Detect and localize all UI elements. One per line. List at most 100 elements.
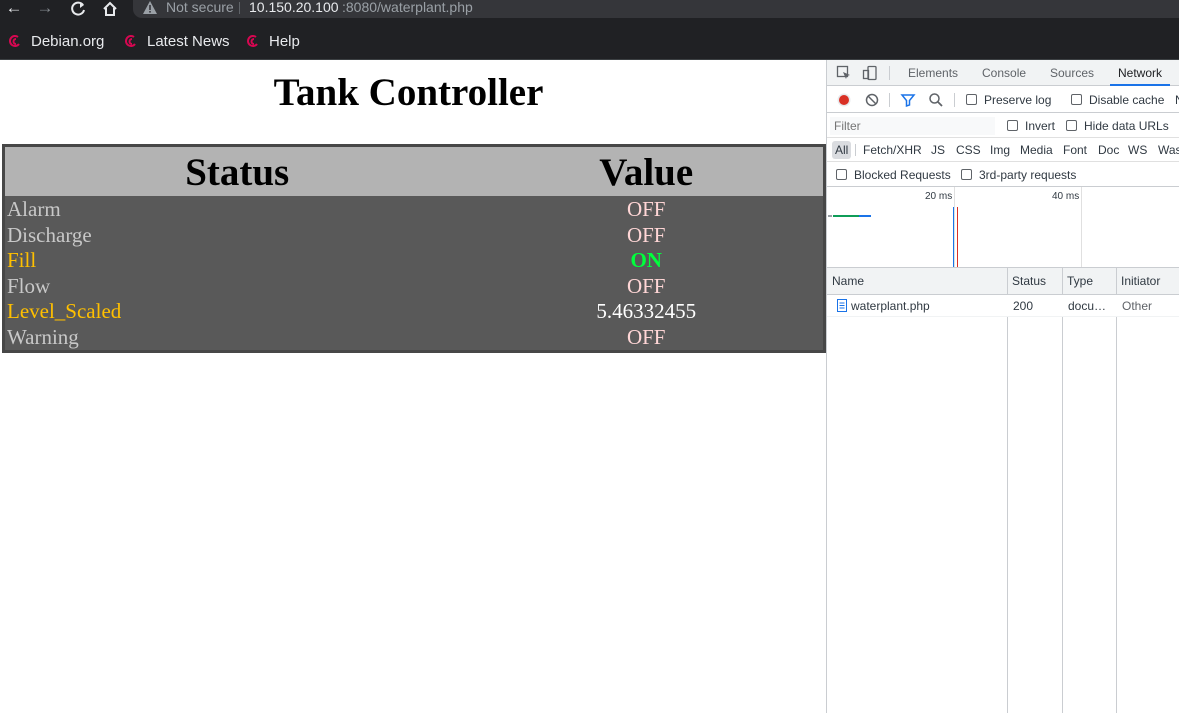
column-header-status[interactable]: Status bbox=[1007, 268, 1046, 295]
browser-toolbar: ← → Not secure 10.150.20.100 :8080/water… bbox=[0, 0, 1179, 22]
type-ws[interactable]: WS bbox=[1128, 141, 1147, 159]
value-cell: OFF bbox=[626, 324, 666, 349]
hide-data-urls-checkbox[interactable] bbox=[1066, 120, 1077, 131]
toolbar-divider bbox=[954, 93, 955, 107]
request-options-bar: Blocked Requests 3rd-party requests bbox=[827, 162, 1179, 187]
tab-console[interactable]: Console bbox=[982, 60, 1026, 86]
value-cell: OFF bbox=[626, 197, 666, 221]
toolbar-divider bbox=[889, 93, 890, 107]
home-icon[interactable] bbox=[99, 0, 121, 18]
clear-icon[interactable] bbox=[864, 92, 880, 108]
type-divider bbox=[855, 144, 856, 156]
bookmark-debian[interactable]: Debian.org bbox=[7, 30, 104, 52]
column-header-name[interactable]: Name bbox=[827, 268, 864, 295]
status-cell: Discharge bbox=[7, 222, 92, 247]
invert-label: Invert bbox=[1025, 119, 1056, 133]
table-row: Flow OFF bbox=[5, 274, 823, 300]
type-fetch-xhr[interactable]: Fetch/XHR bbox=[863, 141, 922, 159]
type-all[interactable]: All bbox=[832, 141, 852, 159]
blocked-requests-checkbox[interactable] bbox=[836, 169, 847, 180]
url-separator bbox=[239, 2, 240, 14]
security-label[interactable]: Not secure bbox=[166, 0, 234, 15]
type-css[interactable]: CSS bbox=[956, 141, 981, 159]
filter-input[interactable] bbox=[830, 117, 995, 135]
overview-gridline bbox=[954, 187, 955, 267]
column-header-type[interactable]: Type bbox=[1062, 268, 1093, 295]
type-wasm[interactable]: Was bbox=[1158, 141, 1179, 159]
debian-swirl-icon bbox=[9, 35, 20, 47]
request-status: 200 bbox=[1013, 299, 1034, 313]
bookmark-label: Latest News bbox=[147, 32, 230, 50]
request-row[interactable]: waterplant.php 200 docu… Other bbox=[827, 295, 1179, 317]
request-name: waterplant.php bbox=[851, 299, 930, 313]
type-doc[interactable]: Doc bbox=[1098, 141, 1119, 159]
requests-grid-header: Name Status Type Initiator bbox=[827, 268, 1179, 295]
filter-funnel-icon[interactable] bbox=[900, 92, 916, 108]
load-marker bbox=[957, 207, 958, 267]
status-cell: Level_Scaled bbox=[7, 299, 122, 323]
bookmark-help[interactable]: Help bbox=[245, 30, 300, 52]
status-table: Status Value Alarm OFF Discharge OFF Fill ON F… bbox=[2, 144, 826, 353]
bookmark-label: Debian.org bbox=[31, 32, 105, 50]
disable-cache-label: Disable cache bbox=[1089, 93, 1165, 107]
back-icon[interactable]: ← bbox=[3, 0, 25, 18]
url-host[interactable]: 10.150.20.100 bbox=[249, 0, 339, 15]
preserve-log-label: Preserve log bbox=[984, 93, 1052, 107]
filter-bar: Invert Hide data URLs bbox=[827, 114, 1179, 138]
table-row: Fill ON bbox=[5, 248, 823, 274]
type-img[interactable]: Img bbox=[990, 141, 1010, 159]
devtools-panel: Elements Console Sources Network Preserv… bbox=[826, 60, 1179, 713]
table-row: Warning OFF bbox=[5, 325, 823, 351]
status-cell: Warning bbox=[7, 324, 79, 349]
table-row: Discharge OFF bbox=[5, 223, 823, 249]
debian-swirl-icon bbox=[247, 35, 258, 47]
debian-swirl-icon bbox=[125, 35, 136, 47]
devtools-tabbar: Elements Console Sources Network bbox=[827, 60, 1179, 86]
hide-data-urls-label: Hide data URLs bbox=[1084, 119, 1169, 133]
forward-icon[interactable]: → bbox=[34, 0, 56, 18]
column-header-initiator[interactable]: Initiator bbox=[1116, 268, 1160, 295]
overview-bar-wait bbox=[828, 215, 832, 217]
inspect-element-icon[interactable] bbox=[836, 65, 852, 81]
overview-bar-download bbox=[833, 215, 859, 217]
search-icon[interactable] bbox=[928, 92, 944, 108]
request-type: docu… bbox=[1068, 299, 1107, 313]
domcontentloaded-marker bbox=[953, 207, 954, 267]
reload-icon[interactable] bbox=[67, 0, 89, 18]
invert-checkbox[interactable] bbox=[1007, 120, 1018, 131]
overflow-label[interactable]: N bbox=[1175, 93, 1179, 107]
type-media[interactable]: Media bbox=[1020, 141, 1053, 159]
warning-icon[interactable] bbox=[142, 0, 158, 16]
bookmarks-bar: Debian.org Latest News Help bbox=[0, 22, 1179, 60]
device-toolbar-icon[interactable] bbox=[862, 65, 878, 81]
value-cell: ON bbox=[630, 248, 662, 272]
request-name-cell: waterplant.php bbox=[832, 295, 1007, 317]
type-font[interactable]: Font bbox=[1063, 141, 1087, 159]
third-party-checkbox[interactable] bbox=[961, 169, 972, 180]
overview-bar-request bbox=[859, 215, 871, 217]
record-icon[interactable] bbox=[836, 92, 852, 108]
timeline-label: 40 ms bbox=[1052, 191, 1080, 202]
bookmark-label: Help bbox=[269, 32, 300, 50]
status-cell: Flow bbox=[7, 273, 51, 298]
table-row: Alarm OFF bbox=[5, 197, 823, 223]
status-cell: Fill bbox=[7, 248, 37, 272]
value-cell: OFF bbox=[626, 273, 666, 298]
network-overview[interactable]: 20 ms 40 ms bbox=[827, 187, 1179, 268]
grid-column-divider bbox=[1116, 268, 1117, 713]
disable-cache-checkbox[interactable] bbox=[1071, 94, 1082, 105]
document-icon bbox=[837, 299, 847, 312]
preserve-log-checkbox[interactable] bbox=[966, 94, 977, 105]
tab-elements[interactable]: Elements bbox=[908, 60, 958, 86]
type-js[interactable]: JS bbox=[931, 141, 945, 159]
url-path[interactable]: :8080/waterplant.php bbox=[342, 0, 473, 15]
tab-sources[interactable]: Sources bbox=[1050, 60, 1094, 86]
bookmark-latest-news[interactable]: Latest News bbox=[123, 30, 230, 52]
tab-network[interactable]: Network bbox=[1110, 60, 1171, 86]
value-cell: OFF bbox=[626, 222, 666, 247]
table-row: Level_Scaled 5.46332455 bbox=[5, 299, 823, 325]
table-body: Alarm OFF Discharge OFF Fill ON Flow OFF Level_S… bbox=[5, 197, 823, 350]
page-content: Tank Controller Status Value Alarm OFF Dis… bbox=[0, 60, 826, 713]
timeline-label: 20 ms bbox=[925, 191, 953, 202]
tab-divider bbox=[889, 66, 890, 80]
